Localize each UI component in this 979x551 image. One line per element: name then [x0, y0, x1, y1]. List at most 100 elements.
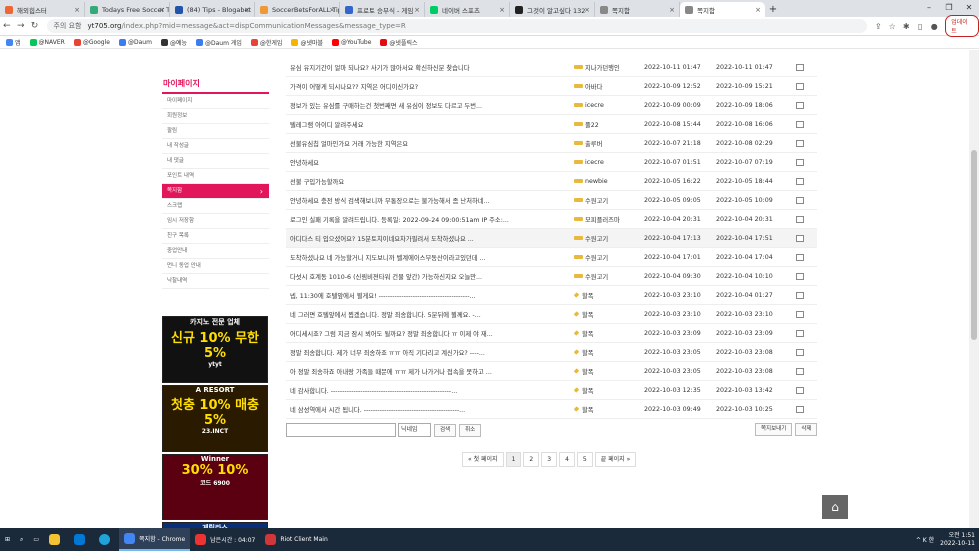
message-author[interactable]: 할폭	[574, 348, 644, 357]
table-row[interactable]: 어디세시죠? 그럼 지금 잠시 뵈어도 될까요? 정말 죄송합니다 ㅠ 이제 야…	[286, 324, 817, 343]
cancel-button[interactable]: 취소	[459, 423, 482, 437]
reload-icon[interactable]: ↻	[28, 21, 42, 31]
table-row[interactable]: 안녕하세요 충전 방식 검색해보니까 무통장으로는 불가능해서 좀 난처하네..…	[286, 191, 817, 210]
bookmark-item[interactable]: @넷마블	[291, 38, 323, 47]
bookmark-item[interactable]: @Daum	[118, 38, 152, 46]
sidebar-item[interactable]: 낙찰내역	[162, 274, 269, 289]
message-title[interactable]: 텔레그램 아이디 알려주세요	[286, 120, 574, 129]
ad-banner[interactable]: Winner 30% 10% 코드 6900	[162, 454, 268, 520]
search-type-select[interactable]: 닉네임	[398, 423, 431, 437]
sidebar-item[interactable]: 내 댓글	[162, 154, 269, 169]
row-checkbox[interactable]	[796, 63, 804, 71]
table-row[interactable]: 네 삼성역에서 시간 됩니다. ------------------------…	[286, 400, 817, 419]
message-author[interactable]: icecre	[574, 159, 644, 166]
message-title[interactable]: 네 그러면 호텔앞에서 뵙겠습니다. 정말 죄송합니다. 5분뒤에 뵐께요. -…	[286, 310, 574, 319]
close-icon[interactable]: ×	[584, 6, 590, 14]
row-checkbox[interactable]	[796, 101, 804, 109]
message-author[interactable]: 수원고기	[574, 196, 644, 205]
close-icon[interactable]: ×	[329, 6, 335, 14]
message-title[interactable]: 로그인 실패 기록을 알려드립니다. 등록일: 2022-09-24 09:00…	[286, 215, 574, 224]
message-title[interactable]: 안녕하세요 충전 방식 검색해보니까 무통장으로는 불가능해서 좀 난처하네..…	[286, 196, 574, 205]
row-checkbox[interactable]	[796, 234, 804, 242]
table-row[interactable]: 네 감사합니다. -------------------------------…	[286, 381, 817, 400]
delete-button[interactable]: 삭제	[795, 423, 818, 436]
message-title[interactable]: 안녕하세요	[286, 158, 574, 167]
windows-start-icon[interactable]: ⊞	[0, 528, 15, 551]
row-checkbox[interactable]	[796, 272, 804, 280]
page-link[interactable]: 3	[541, 452, 558, 467]
message-title[interactable]: 네 삼성역에서 시간 됩니다. ------------------------…	[286, 405, 574, 414]
sidebar-item[interactable]: 팔림	[162, 124, 269, 139]
bookmark-item[interactable]: @NAVER	[29, 38, 65, 46]
browser-tab[interactable]: Todays Free Soccer T ×	[85, 2, 170, 17]
row-checkbox[interactable]	[796, 139, 804, 147]
first-page-link[interactable]: « 첫 페이지	[462, 452, 504, 467]
share-icon[interactable]: ⇪	[871, 22, 885, 31]
row-checkbox[interactable]	[796, 405, 804, 413]
profile-icon[interactable]: ●	[927, 22, 941, 31]
back-icon[interactable]: ←	[0, 21, 14, 31]
bookmark-item[interactable]: @YouTube	[332, 38, 371, 46]
message-title[interactable]: 정보가 있는 유심를 구매하는건 첫번째면 새 유심이 정보도 다르고 두번..…	[286, 101, 574, 110]
table-row[interactable]: 정말 죄송합니다. 제가 너무 죄송하죠 ㅠㅠ 아직 기다리고 계신가요? --…	[286, 343, 817, 362]
search-button[interactable]: 검색	[434, 423, 457, 437]
taskbar-app[interactable]: 쪽지함 - Chrome	[119, 528, 191, 551]
table-row[interactable]: 정보가 있는 유심를 구매하는건 첫번째면 새 유심이 정보도 다르고 두번..…	[286, 96, 817, 115]
row-checkbox[interactable]	[796, 215, 804, 223]
message-title[interactable]: 아 정말 죄송하죠 아내랑 가족들 때문에 ㅠㅠ 제가 나가거나 접속을 못하고…	[286, 367, 574, 376]
message-author[interactable]: 수원고기	[574, 253, 644, 262]
message-author[interactable]: 지나가던행인	[574, 63, 644, 72]
table-row[interactable]: 네 그러면 호텔앞에서 뵙겠습니다. 정말 죄송합니다. 5분뒤에 뵐께요. -…	[286, 305, 817, 324]
browser-tab[interactable]: 그것이 알고싶다 132 ×	[510, 2, 595, 17]
sidebar-item[interactable]: 친구 목록	[162, 229, 269, 244]
url-field[interactable]: 주의 요함 yt705.org /index.php?mid=message&a…	[47, 19, 868, 33]
clock[interactable]: 오전 1:51 2022-10-11	[940, 532, 975, 548]
message-title[interactable]: 도착하셨나요 네 가능할거니 지도보니까 벨계에이스부동산이라고있던데 ...	[286, 253, 574, 262]
sidepanel-icon[interactable]: ▯	[913, 22, 927, 31]
send-message-button[interactable]: 쪽지보내기	[755, 423, 793, 436]
sidebar-item[interactable]: 쪽지함	[162, 184, 269, 199]
table-row[interactable]: 로그인 실패 기록을 알려드립니다. 등록일: 2022-09-24 09:00…	[286, 210, 817, 229]
row-checkbox[interactable]	[796, 177, 804, 185]
table-row[interactable]: 가격이 어떻게 되시나요?? 지역은 어디이신가요? 아바다 2022-10-09 …	[286, 77, 817, 96]
row-checkbox[interactable]	[796, 367, 804, 375]
message-author[interactable]: icecre	[574, 102, 644, 109]
bookmark-item[interactable]: @Google	[73, 38, 110, 46]
close-icon[interactable]: ×	[414, 6, 420, 14]
sidebar-item[interactable]: 중업안내	[162, 244, 269, 259]
row-checkbox[interactable]	[796, 291, 804, 299]
browser-tab[interactable]: 쪽지함 ×	[680, 2, 765, 17]
row-checkbox[interactable]	[796, 158, 804, 166]
ad-banner[interactable]: 카지노 전문 업체 신규 10% 무한 5% ytyt	[162, 316, 268, 383]
row-checkbox[interactable]	[796, 386, 804, 394]
browser-tab[interactable]: 프로토 승부식 - 게임 ×	[340, 2, 425, 17]
table-row[interactable]: 아 정말 죄송하죠 아내랑 가족들 때문에 ㅠㅠ 제가 나가거나 접속을 못하고…	[286, 362, 817, 381]
last-page-link[interactable]: 끝 페이지 »	[594, 452, 637, 467]
extensions-icon[interactable]: ✱	[899, 22, 913, 31]
message-author[interactable]: 수원고기	[574, 272, 644, 281]
message-title[interactable]: 다섯시 호계동 1010-6 (신림비젼타워 건물 앞간) 가능하신지요 오늘만…	[286, 272, 574, 281]
message-author[interactable]: 할폭	[574, 310, 644, 319]
message-author[interactable]: 할폭	[574, 329, 644, 338]
close-icon[interactable]: ×	[669, 6, 675, 14]
close-icon[interactable]: ×	[159, 6, 165, 14]
message-title[interactable]: 넵, 11:30에 호텔앞에서 뵐게요! -------------------…	[286, 291, 574, 300]
message-title[interactable]: 정말 죄송합니다. 제가 너무 죄송하죠 ㅠㅠ 아직 기다리고 계신가요? --…	[286, 348, 574, 357]
message-author[interactable]: 수원고기	[574, 234, 644, 243]
message-title[interactable]: 선불 구입가능할까요	[286, 177, 574, 186]
taskbar-app[interactable]: Riot Client Main	[260, 528, 332, 551]
table-row[interactable]: 다섯시 호계동 1010-6 (신림비젼타워 건물 앞간) 가능하신지요 오늘만…	[286, 267, 817, 286]
forward-icon[interactable]: →	[14, 21, 28, 31]
search-icon[interactable]: ⌕	[15, 528, 28, 551]
scroll-thumb[interactable]	[971, 150, 977, 340]
browser-tab[interactable]: 네이버 스포츠 ×	[425, 2, 510, 17]
row-checkbox[interactable]	[796, 196, 804, 204]
sidebar-item[interactable]: 회원정보	[162, 109, 269, 124]
page-scrollbar[interactable]	[969, 50, 979, 528]
taskview-icon[interactable]: ▭	[28, 528, 44, 551]
message-title[interactable]: 가격이 어떻게 되시나요?? 지역은 어디이신가요?	[286, 82, 574, 91]
scroll-top-icon[interactable]: ⌂	[822, 495, 848, 519]
message-author[interactable]: 할폭	[574, 291, 644, 300]
table-row[interactable]: 텔레그램 아이디 알려주세요 풀22 2022-10-08 15:44 2022-10…	[286, 115, 817, 134]
message-author[interactable]: 모피플러즈마	[574, 215, 644, 224]
